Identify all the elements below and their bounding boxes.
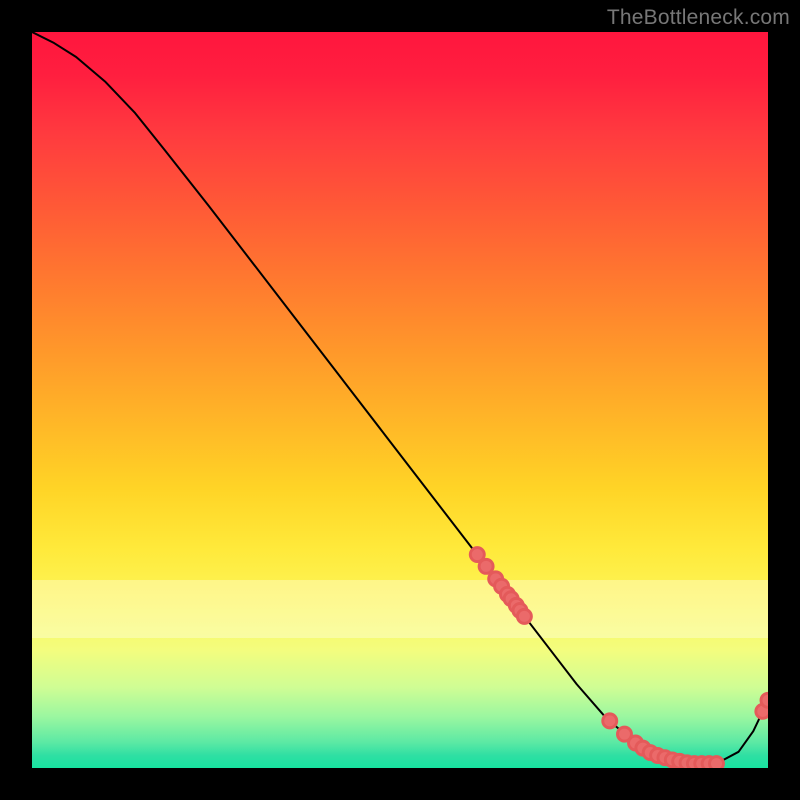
- chart-svg: [32, 32, 768, 768]
- data-point: [517, 609, 531, 623]
- chart-stage: TheBottleneck.com: [0, 0, 800, 800]
- data-point: [709, 757, 723, 768]
- scatter-dots: [470, 548, 768, 768]
- data-point: [603, 714, 617, 728]
- data-point: [479, 559, 493, 573]
- bottleneck-curve: [32, 32, 768, 764]
- data-point: [761, 693, 768, 707]
- watermark-text: TheBottleneck.com: [607, 6, 790, 30]
- plot-area: [32, 32, 768, 768]
